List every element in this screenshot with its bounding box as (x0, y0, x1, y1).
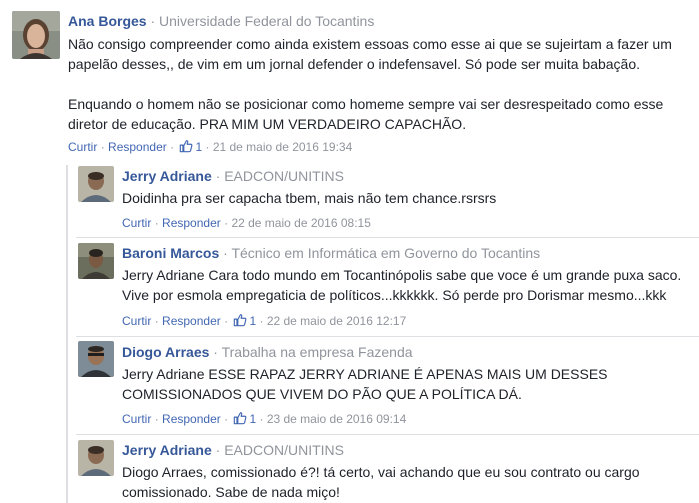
commenter-name[interactable]: Diogo Arraes (122, 344, 209, 360)
commenter-affiliation[interactable]: EADCON/UNITINS (224, 168, 344, 184)
divider (76, 237, 699, 238)
commenter-name[interactable]: Jerry Adriane (122, 442, 212, 458)
like-count[interactable]: 1 (249, 412, 256, 426)
avatar[interactable] (78, 440, 114, 476)
avatar[interactable] (78, 166, 114, 202)
like-link[interactable]: Curtir (68, 140, 97, 154)
avatar-photo (78, 166, 114, 202)
avatar[interactable] (78, 243, 114, 279)
like-link[interactable]: Curtir (122, 216, 151, 230)
commenter-name[interactable]: Baroni Marcos (122, 245, 219, 261)
separator: · (215, 168, 221, 184)
divider (76, 434, 699, 435)
commenter-affiliation[interactable]: Técnico em Informática em Governo do Toc… (231, 245, 540, 261)
separator: · (223, 245, 228, 261)
divider (76, 336, 699, 337)
comment-actions: Curtir · Responder · 1 · 21 de maio de 2… (68, 140, 353, 154)
like-link[interactable]: Curtir (122, 314, 151, 328)
separator: · (215, 442, 221, 458)
comment-actions: Curtir · Responder · 22 de maio de 2016 … (122, 216, 371, 230)
comment-timestamp[interactable]: 23 de maio de 2016 09:14 (267, 412, 406, 426)
commenter-name[interactable]: Ana Borges (68, 13, 147, 29)
avatar-photo (12, 11, 60, 59)
comment-timestamp[interactable]: 22 de maio de 2016 08:15 (231, 216, 370, 230)
thumbs-up-icon[interactable] (231, 412, 249, 426)
avatar-photo (78, 341, 114, 377)
avatar-photo (78, 243, 114, 279)
commenter-affiliation[interactable]: EADCON/UNITINS (224, 442, 344, 458)
comment-text: Não consigo compreender como ainda exist… (68, 36, 672, 132)
thumbs-up-icon[interactable] (177, 140, 195, 154)
reply-link[interactable]: Responder (162, 412, 221, 426)
comment-timestamp[interactable]: 22 de maio de 2016 12:17 (267, 314, 406, 328)
commenter-affiliation[interactable]: Universidade Federal do Tocantins (159, 13, 374, 29)
like-link[interactable]: Curtir (122, 412, 151, 426)
comment-text: Jerry Adriane ESSE RAPAZ JERRY ADRIANE É… (122, 366, 608, 402)
reply-link[interactable]: Responder (162, 314, 221, 328)
like-count[interactable]: 1 (195, 140, 202, 154)
comment-text: Doidinha pra ser capacha tbem, mais não … (122, 190, 497, 206)
avatar[interactable] (12, 11, 60, 59)
like-count[interactable]: 1 (249, 314, 256, 328)
reply-link[interactable]: Responder (108, 140, 167, 154)
thumbs-up-icon[interactable] (231, 314, 249, 328)
comment-actions: Curtir · Responder · 1 · 22 de maio de 2… (122, 314, 407, 328)
reply-thread-line (66, 165, 68, 503)
avatar-photo (78, 440, 114, 476)
commenter-name[interactable]: Jerry Adriane (122, 168, 212, 184)
commenter-affiliation[interactable]: Trabalha na empresa Fazenda (222, 344, 413, 360)
separator: · (150, 13, 156, 29)
comment-text: Diogo Arraes, comissionado é?! tá certo,… (122, 464, 640, 500)
separator: · (213, 344, 218, 360)
avatar[interactable] (78, 341, 114, 377)
comment-timestamp[interactable]: 21 de maio de 2016 19:34 (213, 140, 352, 154)
comment-text: Jerry Adriane Cara todo mundo em Tocanti… (122, 267, 682, 303)
reply-link[interactable]: Responder (162, 216, 221, 230)
comment-actions: Curtir · Responder · 1 · 23 de maio de 2… (122, 412, 407, 426)
